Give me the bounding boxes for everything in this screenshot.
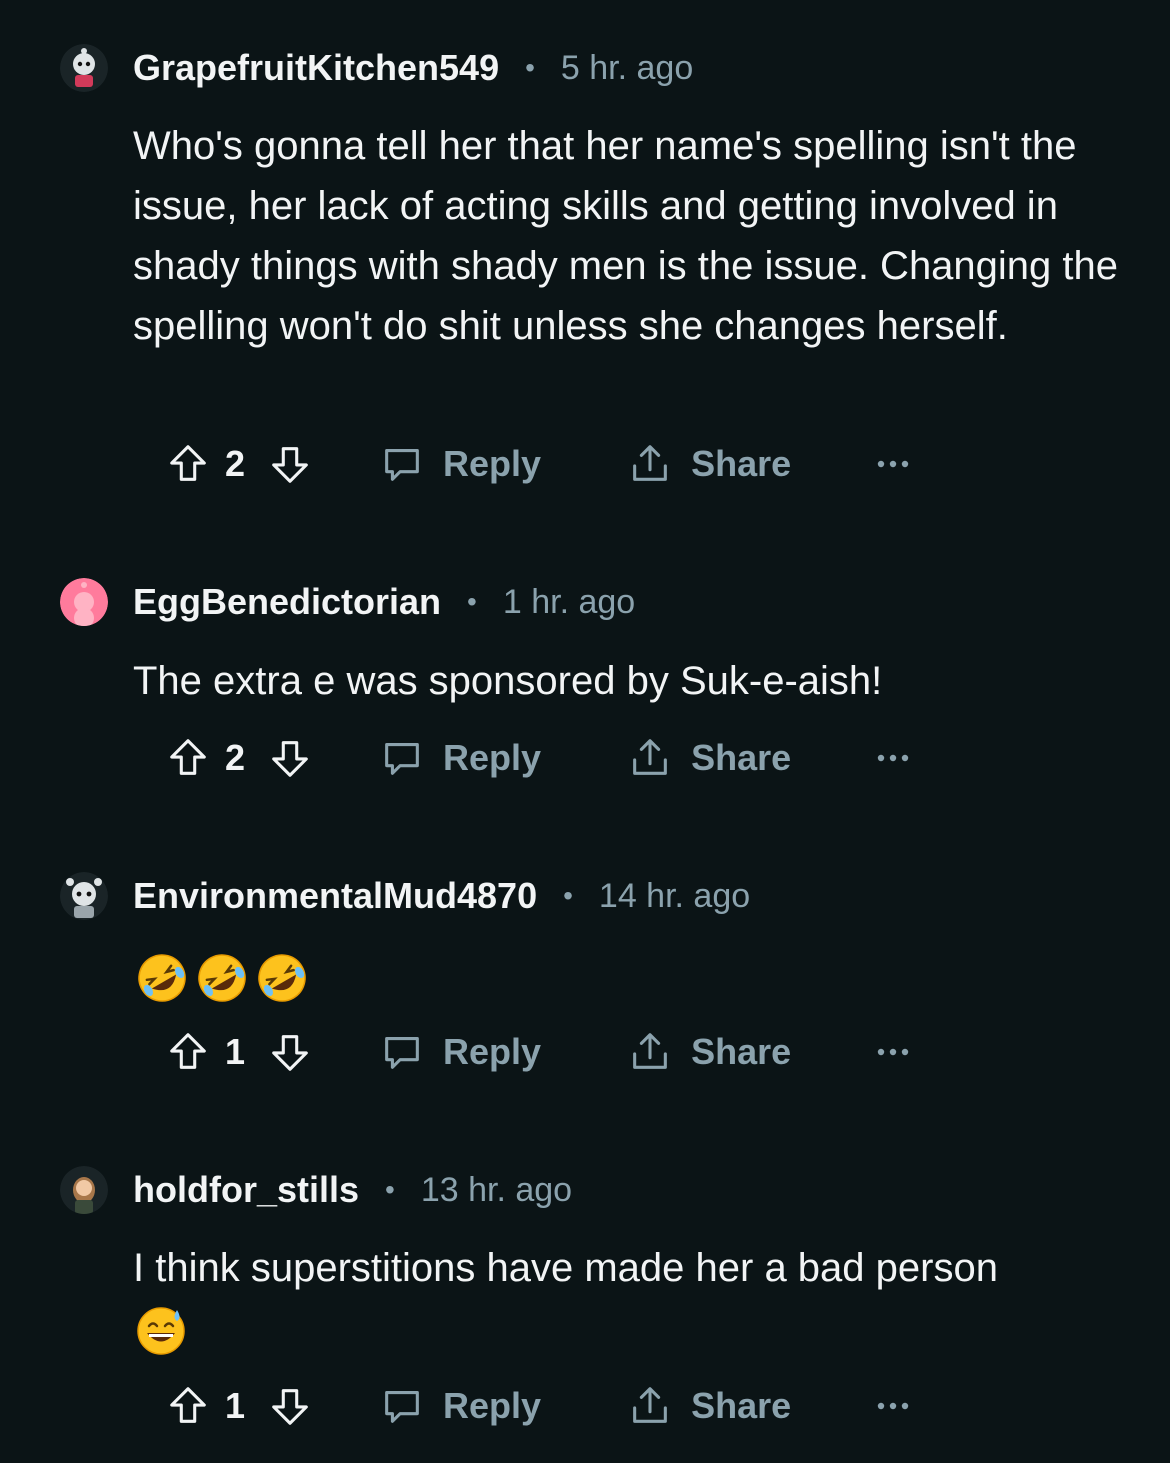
downvote-button[interactable] — [267, 441, 313, 487]
timestamp: 5 hr. ago — [560, 48, 694, 87]
share-label: Share — [691, 443, 792, 484]
more-options-button[interactable] — [875, 1400, 911, 1412]
share-button[interactable]: Share — [627, 441, 791, 487]
upvote-icon — [170, 1387, 206, 1423]
username[interactable]: EggBenedictorian — [133, 581, 441, 623]
downvote-button[interactable] — [267, 1029, 313, 1075]
share-icon — [633, 1387, 667, 1423]
upvote-icon — [170, 739, 206, 775]
reply-button[interactable]: Reply — [379, 735, 541, 781]
upvote-icon — [170, 1033, 206, 1069]
upvote-button[interactable] — [165, 1029, 211, 1075]
comment-meta: holdfor_stills • 13 hr. ago — [133, 1166, 572, 1214]
vote-score: 1 — [225, 1031, 246, 1072]
comment-meta: GrapefruitKitchen549 • 5 hr. ago — [133, 44, 693, 92]
snoo-avatar-icon — [60, 578, 108, 626]
comment-bubble-icon — [385, 743, 419, 775]
comment-text: I think superstitions have made her a ba… — [133, 1238, 1123, 1358]
username[interactable]: EnvironmentalMud4870 — [133, 875, 537, 917]
downvote-icon — [272, 1389, 308, 1425]
snoo-avatar-icon — [60, 872, 108, 920]
vote-score: 2 — [225, 443, 246, 484]
reply-label: Reply — [443, 1385, 542, 1426]
action-bar: 1 Reply Share — [165, 1376, 911, 1436]
downvote-button[interactable] — [267, 1383, 313, 1429]
comment-bubble-icon — [385, 1037, 419, 1069]
timestamp: 13 hr. ago — [420, 1170, 573, 1209]
downvote-button[interactable] — [267, 735, 313, 781]
share-label: Share — [691, 737, 792, 778]
ellipsis-icon — [877, 1048, 909, 1056]
downvote-icon — [272, 741, 308, 777]
share-label: Share — [691, 1385, 792, 1426]
reply-label: Reply — [443, 1031, 542, 1072]
ellipsis-icon — [877, 1402, 909, 1410]
more-options-button[interactable] — [875, 458, 911, 470]
user-avatar[interactable] — [60, 1166, 108, 1214]
comment-text — [136, 946, 1126, 1006]
rolling-on-floor-laughing-emoji — [196, 952, 248, 1004]
reply-label: Reply — [443, 737, 542, 778]
rolling-on-floor-laughing-emoji — [256, 952, 308, 1004]
share-button[interactable]: Share — [627, 735, 791, 781]
comment-text: The extra e was sponsored by Suk-e-aish! — [133, 659, 883, 703]
comment-bubble-icon — [385, 1391, 419, 1423]
grinning-sweat-emoji — [135, 1304, 187, 1356]
snoo-avatar-icon — [60, 1166, 108, 1214]
more-options-button[interactable] — [875, 752, 911, 764]
separator-dot: • — [525, 52, 535, 83]
upvote-button[interactable] — [165, 1383, 211, 1429]
action-bar: 2 Reply Share — [165, 728, 911, 788]
reply-label: Reply — [443, 443, 542, 484]
username[interactable]: GrapefruitKitchen549 — [133, 47, 499, 89]
share-button[interactable]: Share — [627, 1383, 791, 1429]
action-bar: 1 Reply Share — [165, 1022, 911, 1082]
ellipsis-icon — [877, 460, 909, 468]
username[interactable]: holdfor_stills — [133, 1169, 359, 1211]
user-avatar[interactable] — [60, 872, 108, 920]
share-icon — [633, 1033, 667, 1069]
vote-score: 1 — [225, 1385, 246, 1426]
user-avatar[interactable] — [60, 44, 108, 92]
separator-dot: • — [467, 586, 477, 617]
ellipsis-icon — [877, 754, 909, 762]
separator-dot: • — [563, 880, 573, 911]
reply-button[interactable]: Reply — [379, 1383, 541, 1429]
action-bar: 2 Reply Share — [165, 434, 911, 494]
downvote-icon — [272, 1035, 308, 1071]
upvote-button[interactable] — [165, 735, 211, 781]
comment-meta: EggBenedictorian • 1 hr. ago — [133, 578, 635, 626]
comment-meta: EnvironmentalMud4870 • 14 hr. ago — [133, 872, 750, 920]
timestamp: 1 hr. ago — [502, 582, 636, 621]
snoo-avatar-icon — [60, 44, 108, 92]
share-button[interactable]: Share — [627, 1029, 791, 1075]
downvote-icon — [272, 447, 308, 483]
timestamp: 14 hr. ago — [598, 876, 751, 915]
upvote-button[interactable] — [165, 441, 211, 487]
share-icon — [633, 445, 667, 481]
more-options-button[interactable] — [875, 1046, 911, 1058]
reply-button[interactable]: Reply — [379, 441, 541, 487]
share-icon — [633, 739, 667, 775]
separator-dot: • — [385, 1174, 395, 1205]
comment-text-content: I think superstitions have made her a ba… — [133, 1246, 998, 1290]
upvote-icon — [170, 445, 206, 481]
comment-text: Who's gonna tell her that her name's spe… — [133, 124, 1119, 348]
vote-score: 2 — [225, 737, 246, 778]
reply-button[interactable]: Reply — [379, 1029, 541, 1075]
share-label: Share — [691, 1031, 792, 1072]
user-avatar[interactable] — [60, 578, 108, 626]
comment-bubble-icon — [385, 449, 419, 481]
rolling-on-floor-laughing-emoji — [136, 952, 188, 1004]
